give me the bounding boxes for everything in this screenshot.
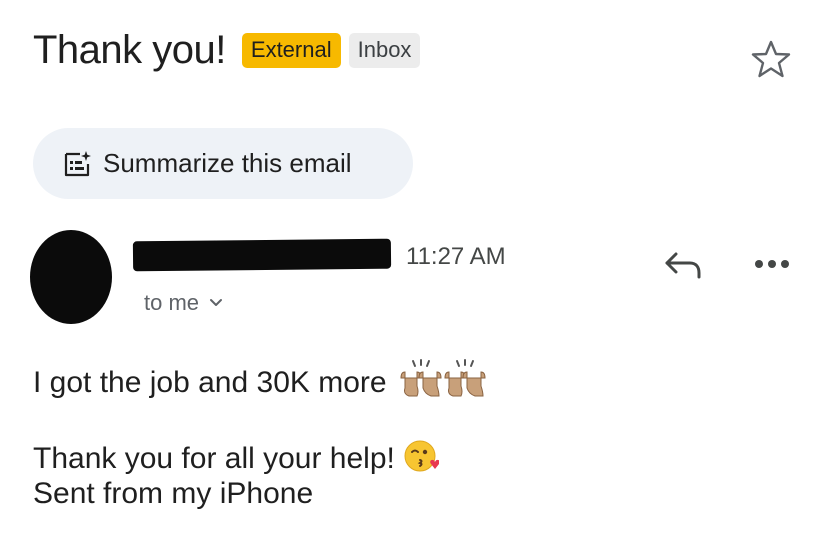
external-label[interactable]: External [241, 32, 341, 68]
body-line-1-text: I got the job and 30K more [33, 366, 387, 399]
chevron-down-icon [210, 299, 223, 306]
raising-hands-emoji [400, 359, 486, 397]
summarize-email-button[interactable]: Summarize this email [33, 128, 413, 199]
recipients-label: to me [144, 290, 200, 315]
more-horizontal-icon[interactable] [753, 256, 791, 272]
kissing-face-emoji [404, 440, 440, 472]
inbox-label[interactable]: Inbox [348, 32, 421, 68]
email-signature: Sent from my iPhone [33, 477, 314, 510]
subject-row: Thank you! External Inbox [33, 30, 428, 70]
sender-name-redacted [132, 238, 392, 272]
body-line-2-text: Thank you for all your help! [33, 442, 395, 475]
summarize-label: Summarize this email [103, 148, 352, 178]
email-subject: Thank you! [33, 28, 226, 72]
sender-avatar[interactable] [30, 230, 112, 324]
summarize-sparkle-icon [64, 150, 91, 176]
star-icon[interactable] [751, 39, 791, 79]
recipients-dropdown[interactable]: to me [144, 290, 223, 316]
email-body-line-1: I got the job and 30K more [33, 358, 491, 398]
reply-icon[interactable] [664, 250, 704, 280]
email-timestamp: 11:27 AM [406, 243, 506, 270]
email-body-line-2: Thank you for all your help! [33, 438, 440, 475]
